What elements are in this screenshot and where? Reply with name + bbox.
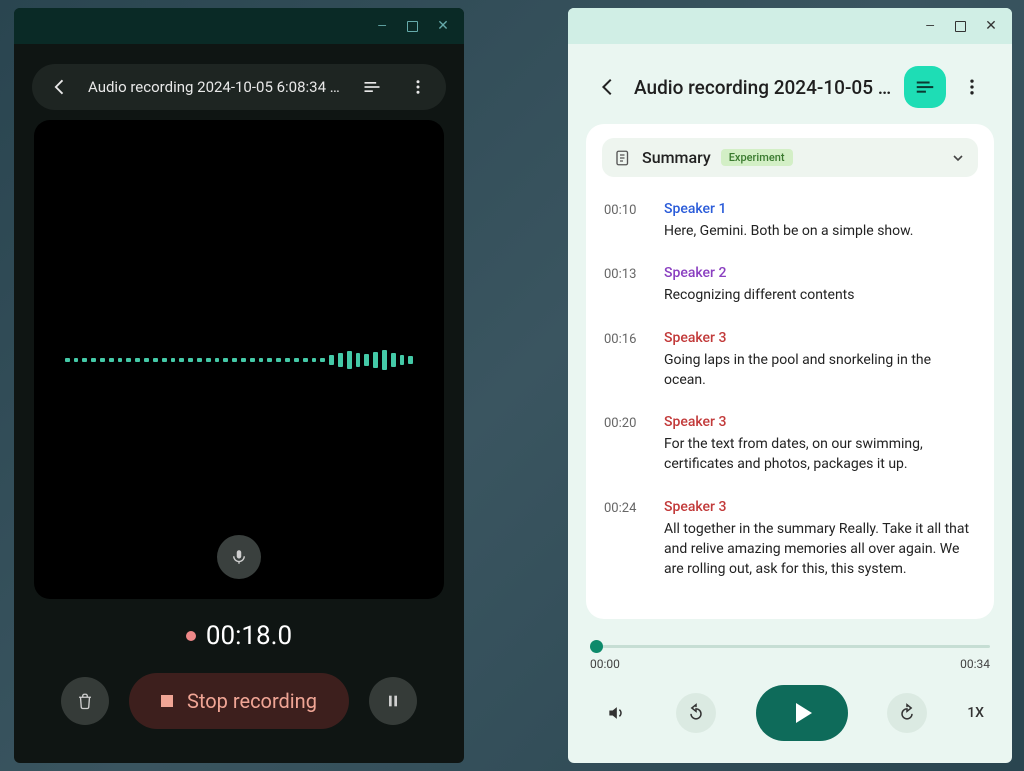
seek-knob[interactable] [590,640,603,653]
play-icon [796,703,812,723]
transcript-entry[interactable]: 00:20 Speaker 3 For the text from dates, o… [602,402,978,487]
mic-button[interactable] [217,535,261,579]
summary-row[interactable]: Summary Experiment [602,138,978,177]
entry-text: Going laps in the pool and snorkeling in… [664,350,976,391]
entry-time: 00:20 [604,414,646,475]
entry-text: For the text from dates, on our swimming… [664,434,976,475]
transcript-entries: 00:10 Speaker 1 Here, Gemini. Both be on a… [602,189,978,592]
transcript-toggle-icon[interactable] [354,69,390,105]
close-icon[interactable] [984,19,998,33]
entry-text: All together in the summary Really. Take… [664,519,976,580]
recording-header: Audio recording 2024-10-05 6:08:34 PM [32,64,446,110]
timer-value: 00:18.0 [206,621,292,651]
transcript-entry[interactable]: 00:16 Speaker 3 Going laps in the pool and… [602,318,978,403]
chevron-down-icon [950,150,966,166]
entry-time: 00:24 [604,499,646,580]
recording-title: Audio recording 2024-10-05 6:08:34 PM [88,78,344,96]
maximize-icon[interactable] [955,21,966,32]
waveform [65,340,414,380]
summary-icon [614,149,632,167]
back-button[interactable] [42,69,78,105]
current-time: 00:00 [590,657,620,671]
transcript-entry[interactable]: 00:24 Speaker 3 All together in the summar… [602,487,978,592]
recorder-window: Audio recording 2024-10-05 6:08:34 PM 00… [14,8,464,763]
recording-indicator-icon [186,631,196,641]
duration: 00:34 [960,657,990,671]
transcript-card: Summary Experiment 00:10 Speaker 1 Here, G… [586,124,994,619]
entry-text: Here, Gemini. Both be on a simple show. [664,221,976,241]
window-titlebar [568,8,1012,44]
window-titlebar [14,8,464,44]
entry-time: 00:10 [604,201,646,241]
entry-speaker: Speaker 3 [664,414,976,430]
stop-icon [161,695,173,707]
forward-button[interactable] [887,693,927,733]
entry-speaker: Speaker 3 [664,330,976,346]
transcript-entry[interactable]: 00:13 Speaker 2 Recognizing different cont… [602,253,978,317]
entry-speaker: Speaker 1 [664,201,976,217]
stop-label: Stop recording [187,689,317,713]
transcript-window: Audio recording 2024-10-05 6:08:3… Summa… [568,8,1012,763]
more-menu-icon[interactable] [954,69,990,105]
volume-button[interactable] [596,693,636,733]
recorder-controls: 00:18.0 Stop recording [14,599,464,763]
entry-speaker: Speaker 3 [664,499,976,515]
playback-speed-button[interactable]: 1X [967,705,984,721]
delete-button[interactable] [61,677,109,725]
transcript-toggle-button[interactable] [904,66,946,108]
maximize-icon[interactable] [407,21,418,32]
close-icon[interactable] [436,19,450,33]
transcript-header: Audio recording 2024-10-05 6:08:3… [586,62,994,124]
seek-bar[interactable] [590,637,990,655]
back-button[interactable] [590,69,626,105]
entry-time: 00:13 [604,265,646,305]
entry-time: 00:16 [604,330,646,391]
seek-track [590,645,990,648]
rewind-button[interactable] [676,693,716,733]
stop-recording-button[interactable]: Stop recording [129,673,349,729]
summary-label: Summary [642,148,711,167]
playback-controls: 00:00 00:34 1X [586,619,994,749]
minimize-icon[interactable] [923,19,937,33]
transcript-entry[interactable]: 00:10 Speaker 1 Here, Gemini. Both be on a… [602,189,978,253]
minimize-icon[interactable] [375,19,389,33]
experiment-badge: Experiment [721,149,793,166]
pause-button[interactable] [369,677,417,725]
play-button[interactable] [756,685,848,741]
waveform-area [34,120,444,599]
timer: 00:18.0 [186,621,292,651]
recording-title: Audio recording 2024-10-05 6:08:3… [634,76,896,99]
entry-text: Recognizing different contents [664,285,976,305]
entry-speaker: Speaker 2 [664,265,976,281]
more-menu-icon[interactable] [400,69,436,105]
